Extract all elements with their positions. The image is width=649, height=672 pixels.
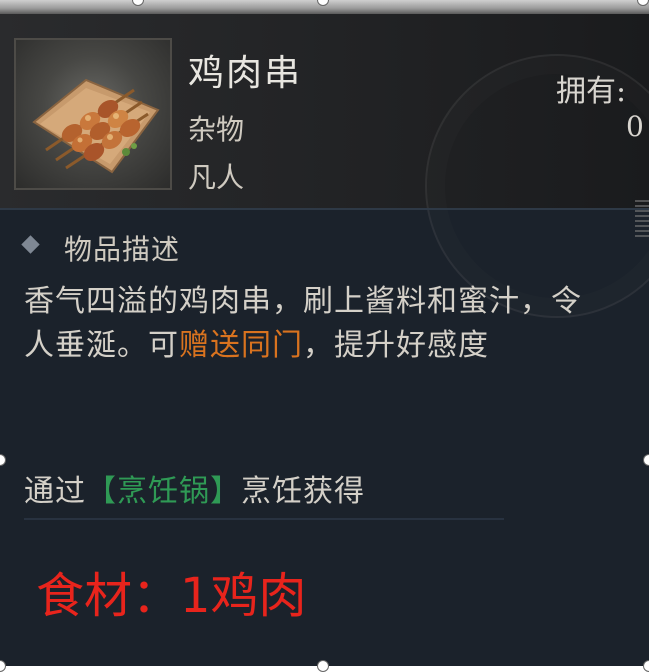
item-description: 香气四溢的鸡肉串，刷上酱料和蜜汁，令人垂涎。可赠送同门，提升好感度 [24,280,594,368]
description-highlight: 赠送同门 [179,328,303,363]
diamond-bullet-icon [21,235,40,254]
resize-handle-right[interactable] [643,454,649,466]
description-text-end: ，提升好感度 [303,328,489,363]
edge-decoration [635,200,649,240]
item-tooltip-panel: 鸡肉串 杂物 凡人 拥有: 0 物品描述 香气四溢的鸡肉串，刷上酱料和蜜汁，令人… [0,0,649,666]
source-divider [24,518,504,520]
source-station: 【烹饪锅】 [86,474,241,509]
owned-count-value: 0 [626,110,644,143]
description-section-title: 物品描述 [64,233,181,266]
chicken-skewer-icon [14,38,172,190]
source-suffix: 烹饪获得 [241,474,365,509]
source-prefix: 通过 [24,474,86,509]
resize-handle-bottom-right[interactable] [643,660,649,672]
item-grade: 凡人 [188,161,245,194]
item-type: 杂物 [188,113,245,146]
ingredient-annotation: 食材：1鸡肉 [36,568,307,624]
item-source: 通过【烹饪锅】烹饪获得 [24,466,365,510]
owned-count-label: 拥有: [556,74,627,109]
item-name: 鸡肉串 [188,53,303,94]
resize-handle-bottom[interactable] [317,660,329,672]
header-divider [0,208,649,210]
